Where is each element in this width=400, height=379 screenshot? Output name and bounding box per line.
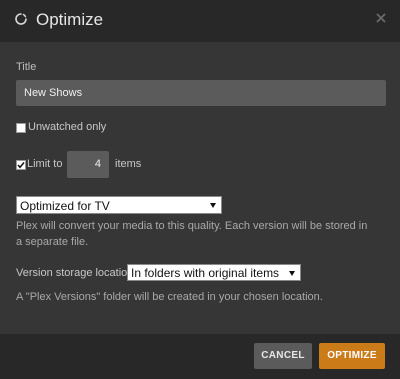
- optimize-button[interactable]: OPTIMIZE: [319, 343, 385, 369]
- cancel-button[interactable]: CANCEL: [254, 343, 312, 369]
- checkmark-icon: [17, 162, 25, 169]
- spinner-icon: [15, 13, 27, 25]
- dialog-title: Optimize: [36, 10, 104, 29]
- location-help-text: A "Plex Versions" folder will be created…: [16, 291, 323, 303]
- close-icon[interactable]: [376, 13, 386, 23]
- location-select-value: In folders with original items: [131, 266, 280, 280]
- limit-input[interactable]: 4: [67, 151, 109, 178]
- title-label: Title: [16, 61, 37, 73]
- quality-select-value: Optimized for TV: [20, 199, 110, 213]
- location-label: Version storage location: [16, 267, 134, 279]
- optimize-dialog: Optimize Title New Shows Unwatched only …: [0, 0, 400, 379]
- chevron-down-icon: [210, 203, 216, 208]
- title-input[interactable]: New Shows: [16, 80, 386, 106]
- location-select[interactable]: In folders with original items: [127, 264, 301, 281]
- quality-select[interactable]: Optimized for TV: [16, 196, 222, 214]
- unwatched-checkbox[interactable]: [16, 123, 26, 133]
- dialog-body: Title New Shows Unwatched only Limit to …: [0, 42, 400, 334]
- limit-label: Limit to: [27, 158, 63, 170]
- quality-help-text: Plex will convert your media to this qua…: [16, 220, 368, 248]
- limit-checkbox[interactable]: [16, 160, 26, 170]
- limit-suffix: items: [115, 158, 142, 170]
- unwatched-label: Unwatched only: [28, 121, 107, 133]
- dialog-header: Optimize: [0, 0, 400, 42]
- chevron-down-icon: [289, 271, 295, 276]
